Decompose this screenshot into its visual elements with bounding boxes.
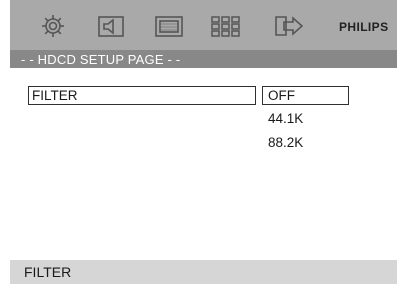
menu-item-label: FILTER — [32, 88, 78, 103]
screen-icon[interactable] — [152, 13, 186, 39]
option-off[interactable]: OFF — [262, 86, 349, 105]
option-88-2k[interactable]: 88.2K — [268, 134, 303, 151]
speaker-icon[interactable] — [94, 13, 128, 39]
exit-arrow-icon[interactable] — [272, 13, 306, 39]
status-text: FILTER — [24, 264, 72, 280]
brand-logo: PHILIPS — [339, 20, 389, 34]
option-label: OFF — [268, 88, 295, 103]
page-title: - - HDCD SETUP PAGE - - — [21, 52, 181, 67]
grid-icon[interactable] — [208, 13, 242, 39]
menu-item-filter[interactable]: FILTER — [28, 86, 256, 105]
gear-icon[interactable] — [36, 13, 70, 39]
option-44-1k[interactable]: 44.1K — [268, 110, 303, 127]
setup-screen: PHILIPS - - HDCD SETUP PAGE - - FILTER O… — [0, 0, 397, 284]
